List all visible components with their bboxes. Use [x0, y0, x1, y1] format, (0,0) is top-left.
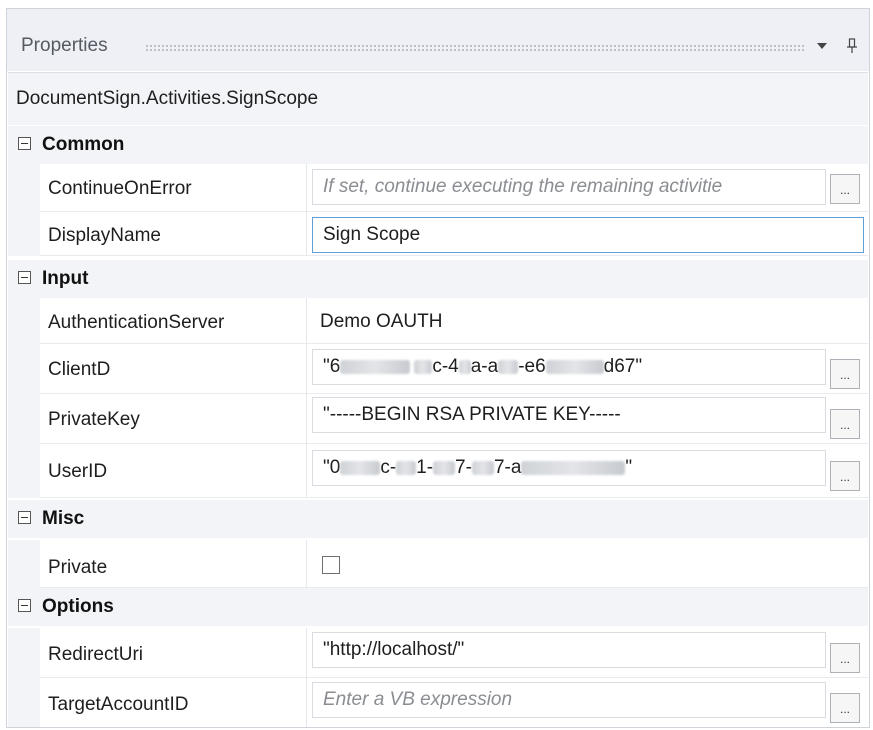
- ellipsis-button[interactable]: ...: [830, 643, 860, 673]
- collapse-icon[interactable]: [18, 137, 31, 150]
- properties-panel: Properties DocumentSign.Activities.SignS…: [0, 0, 873, 730]
- property-row-redirect-uri: RedirectUri "http://localhost/" ...: [8, 628, 868, 678]
- property-row-user-id: UserID "0 c- 1- 7- 7-a " ...: [8, 444, 868, 498]
- ellipsis-button[interactable]: ...: [830, 174, 860, 204]
- property-name: AuthenticationServer: [48, 312, 225, 333]
- user-id-input[interactable]: "0 c- 1- 7- 7-a ": [312, 450, 826, 486]
- category-label: Misc: [42, 508, 85, 529]
- chevron-down-icon[interactable]: [813, 36, 831, 56]
- category-misc[interactable]: Misc: [8, 500, 868, 538]
- category-input[interactable]: Input: [8, 260, 868, 298]
- redirect-uri-input[interactable]: "http://localhost/": [312, 632, 826, 668]
- collapse-icon[interactable]: [18, 599, 31, 612]
- private-key-input[interactable]: "-----BEGIN RSA PRIVATE KEY-----: [312, 397, 826, 433]
- authentication-server-value[interactable]: Demo OAUTH: [320, 311, 442, 333]
- category-label: Common: [42, 134, 125, 155]
- ellipsis-button[interactable]: ...: [830, 359, 860, 389]
- property-name: TargetAccountID: [48, 694, 189, 715]
- property-row-display-name: DisplayName Sign Scope: [8, 212, 868, 256]
- ellipsis-button[interactable]: ...: [830, 693, 860, 723]
- property-name: ClientD: [48, 359, 111, 380]
- property-row-client-id: ClientD "6 c-4 a-a -e6 d67" ...: [8, 344, 868, 394]
- pin-icon[interactable]: [843, 36, 861, 56]
- property-row-private-key: PrivateKey "-----BEGIN RSA PRIVATE KEY--…: [8, 394, 868, 444]
- activity-type-label: DocumentSign.Activities.SignScope: [16, 88, 319, 109]
- target-account-id-input[interactable]: Enter a VB expression: [312, 682, 826, 718]
- property-name: RedirectUri: [48, 644, 144, 665]
- ellipsis-button[interactable]: ...: [830, 461, 860, 491]
- drag-grip[interactable]: [145, 44, 805, 53]
- property-row-authentication-server: AuthenticationServer Demo OAUTH: [8, 298, 868, 344]
- panel-title: Properties: [21, 35, 108, 56]
- client-id-input[interactable]: "6 c-4 a-a -e6 d67": [312, 349, 826, 385]
- property-name: DisplayName: [48, 225, 161, 246]
- ellipsis-button[interactable]: ...: [830, 409, 860, 439]
- category-label: Options: [42, 596, 114, 617]
- continue-on-error-input[interactable]: If set, continue executing the remaining…: [312, 169, 826, 205]
- selected-activity-type: DocumentSign.Activities.SignScope: [8, 72, 868, 125]
- collapse-icon[interactable]: [18, 511, 31, 524]
- panel-titlebar: Properties: [7, 9, 869, 71]
- property-name: PrivateKey: [48, 409, 140, 430]
- property-name: Private: [48, 557, 108, 578]
- property-row-private: Private: [8, 540, 868, 588]
- category-common[interactable]: Common: [8, 126, 868, 164]
- property-name: ContinueOnError: [48, 178, 192, 199]
- property-name: UserID: [48, 461, 108, 482]
- collapse-icon[interactable]: [18, 271, 31, 284]
- property-row-continue-on-error: ContinueOnError If set, continue executi…: [8, 164, 868, 212]
- category-label: Input: [42, 268, 89, 289]
- category-options[interactable]: Options: [8, 588, 868, 626]
- property-row-target-account-id: TargetAccountID Enter a VB expression ..…: [8, 678, 868, 728]
- private-checkbox[interactable]: [322, 556, 340, 574]
- display-name-input[interactable]: Sign Scope: [312, 217, 864, 253]
